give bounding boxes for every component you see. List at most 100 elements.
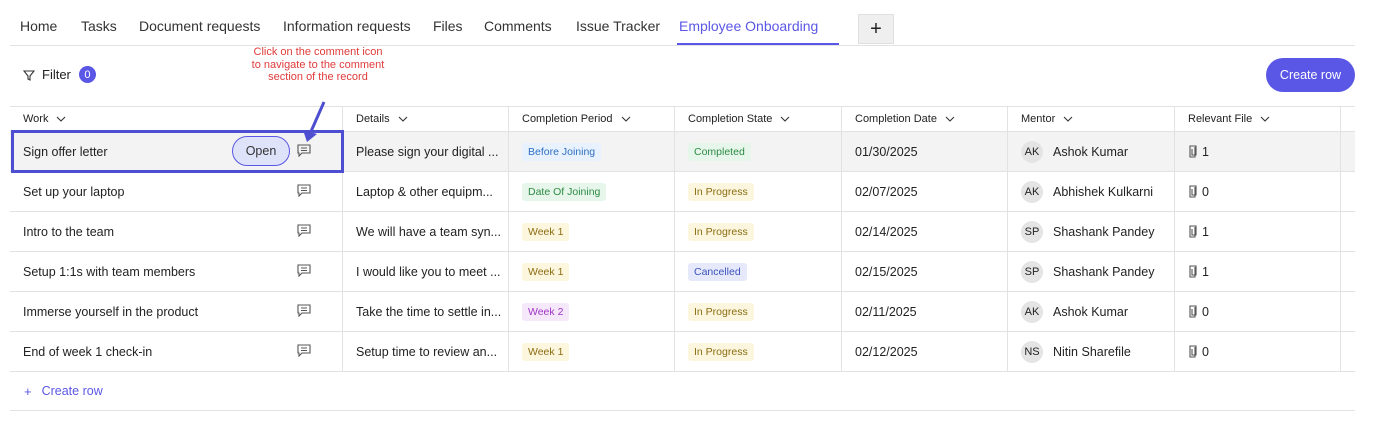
details-cell[interactable]: Laptop & other equipm... [343,172,509,211]
tab-home[interactable]: Home [20,18,57,34]
period-cell[interactable]: Week 1 [509,212,675,251]
work-cell[interactable]: Intro to the team [10,212,343,251]
paperclip-icon [1189,264,1197,278]
details-cell[interactable]: Please sign your digital ... [343,132,509,171]
mentor-name: Nitin Sharefile [1053,344,1131,359]
details-text: Laptop & other equipm... [356,184,493,199]
file-cell[interactable]: 1 [1175,212,1341,251]
tab-information-requests[interactable]: Information requests [283,18,411,34]
tab-employee-onboarding[interactable]: Employee Onboarding [679,18,818,34]
comment-icon[interactable] [297,264,311,277]
work-cell[interactable]: Setup 1:1s with team members [10,252,343,291]
file-cell[interactable]: 0 [1175,292,1341,331]
details-text: Please sign your digital ... [356,144,499,159]
add-row-footer[interactable]: + Create row [10,372,1355,411]
period-cell[interactable]: Week 1 [509,252,675,291]
work-cell[interactable]: End of week 1 check-in [10,332,343,371]
column-label: Details [356,113,390,125]
column-header-relevant-file[interactable]: Relevant File [1175,107,1341,131]
work-title: Set up your laptop [23,184,125,199]
work-cell[interactable]: Immerse yourself in the product [10,292,343,331]
paperclip-icon [1189,344,1197,358]
period-cell[interactable]: Date Of Joining [509,172,675,211]
date-text: 02/12/2025 [855,344,918,359]
chevron-down-icon [57,116,66,122]
state-cell[interactable]: In Progress [675,172,842,211]
file-count: 1 [1202,264,1209,279]
date-cell[interactable]: 02/12/2025 [842,332,1008,371]
annotation-arrow-icon [303,101,326,142]
mentor-cell[interactable]: SP Shashank Pandey [1008,212,1175,251]
tab-comments[interactable]: Comments [484,18,552,34]
date-cell[interactable]: 02/07/2025 [842,172,1008,211]
add-row-label: Create row [41,384,103,398]
period-tag: Before Joining [522,142,602,161]
chevron-down-icon [1260,116,1270,122]
table-row[interactable]: Intro to the team We will have a team sy… [10,212,1355,252]
tab-tasks[interactable]: Tasks [81,18,117,34]
state-cell[interactable]: In Progress [675,332,842,371]
column-header-mentor[interactable]: Mentor [1008,107,1175,131]
period-tag: Date Of Joining [522,182,607,201]
file-cell[interactable]: 0 [1175,332,1341,371]
comment-icon[interactable] [297,224,311,237]
mentor-cell[interactable]: AK Ashok Kumar [1008,292,1175,331]
file-count: 1 [1202,224,1209,239]
column-header-details[interactable]: Details [343,107,509,131]
period-cell[interactable]: Before Joining [509,132,675,171]
work-cell[interactable]: Set up your laptop [10,172,343,211]
file-cell[interactable]: 0 [1175,172,1341,211]
add-tab-button[interactable]: + [858,14,894,44]
filter-button[interactable]: Filter 0 [23,66,96,83]
mentor-name: Ashok Kumar [1053,304,1129,319]
mentor-cell[interactable]: AK Abhishek Kulkarni [1008,172,1175,211]
period-tag: Week 1 [522,262,570,281]
column-header-completion-date[interactable]: Completion Date [842,107,1008,131]
create-row-button[interactable]: Create row [1266,58,1355,92]
tab-issue-tracker[interactable]: Issue Tracker [576,18,660,34]
row-spacer [1341,252,1355,291]
mentor-cell[interactable]: NS Nitin Sharefile [1008,332,1175,371]
column-header-completion-period[interactable]: Completion Period [509,107,675,131]
date-cell[interactable]: 01/30/2025 [842,132,1008,171]
column-label: Completion Period [522,113,613,125]
work-cell[interactable]: Sign offer letter Open [10,132,343,171]
details-cell[interactable]: Take the time to settle in... [343,292,509,331]
date-cell[interactable]: 02/11/2025 [842,292,1008,331]
column-header-work[interactable]: Work [10,107,343,131]
date-text: 01/30/2025 [855,144,918,159]
avatar: AK [1021,180,1043,203]
mentor-cell[interactable]: SP Shashank Pandey [1008,252,1175,291]
state-cell[interactable]: Completed [675,132,842,171]
period-cell[interactable]: Week 1 [509,332,675,371]
comment-icon[interactable] [297,184,311,197]
details-cell[interactable]: Setup time to review an... [343,332,509,371]
date-cell[interactable]: 02/15/2025 [842,252,1008,291]
table-row[interactable]: Immerse yourself in the product Take the… [10,292,1355,332]
tab-files[interactable]: Files [433,18,463,34]
state-cell[interactable]: Cancelled [675,252,842,291]
state-cell[interactable]: In Progress [675,292,842,331]
period-cell[interactable]: Week 2 [509,292,675,331]
table-row[interactable]: Sign offer letter Open Please sign your … [10,132,1355,172]
details-cell[interactable]: We will have a team syn... [343,212,509,251]
mentor-cell[interactable]: AK Ashok Kumar [1008,132,1175,171]
date-cell[interactable]: 02/14/2025 [842,212,1008,251]
file-cell[interactable]: 1 [1175,132,1341,171]
date-text: 02/07/2025 [855,184,918,199]
open-record-button[interactable]: Open [232,136,290,166]
details-text: Setup time to review an... [356,344,498,359]
column-header-completion-state[interactable]: Completion State [675,107,842,131]
paperclip-icon [1189,304,1197,318]
table-row[interactable]: Setup 1:1s with team members I would lik… [10,252,1355,292]
details-cell[interactable]: I would like you to meet ... [343,252,509,291]
comment-icon[interactable] [297,344,311,357]
state-cell[interactable]: In Progress [675,212,842,251]
comment-icon[interactable] [297,144,311,157]
avatar: AK [1021,140,1043,163]
table-row[interactable]: End of week 1 check-in Setup time to rev… [10,332,1355,372]
tab-document-requests[interactable]: Document requests [139,18,260,34]
file-cell[interactable]: 1 [1175,252,1341,291]
comment-icon[interactable] [297,304,311,317]
table-row[interactable]: Set up your laptop Laptop & other equipm… [10,172,1355,212]
